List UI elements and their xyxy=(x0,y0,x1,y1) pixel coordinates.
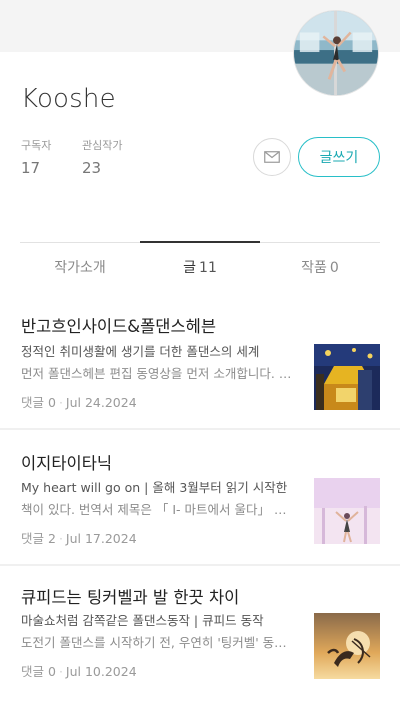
following-stat[interactable]: 관심작가 23 xyxy=(82,137,122,177)
meta-separator: · xyxy=(58,395,63,410)
post-excerpt[interactable]: My heart will go on | 올해 3월부터 읽기 시작한 책이 … xyxy=(21,477,297,521)
post-date: Jul 17.2024 xyxy=(65,531,137,546)
post-thumbnail[interactable] xyxy=(314,613,380,679)
tab-label: 작가소개 xyxy=(54,260,106,276)
thumbnail-image xyxy=(314,344,380,410)
post-divider xyxy=(0,428,400,430)
post-title[interactable]: 이지타이타닉 xyxy=(21,450,112,474)
thumbnail-image xyxy=(314,613,380,679)
comment-count: 댓글 2 xyxy=(21,531,56,546)
subscribers-count: 17 xyxy=(21,159,41,177)
post-thumbnail[interactable] xyxy=(314,344,380,410)
tab-label: 글 xyxy=(183,260,197,276)
subscribers-stat[interactable]: 구독자 17 xyxy=(21,137,51,177)
mail-icon xyxy=(264,151,280,163)
post-date: Jul 24.2024 xyxy=(65,395,137,410)
post-preview: 도전기 폴댄스를 시작하기 전, 우연히 '팅커벨' 동… xyxy=(21,635,287,650)
subscribers-label: 구독자 xyxy=(21,139,52,152)
tab-count: 0 xyxy=(329,260,339,276)
comment-count: 댓글 0 xyxy=(21,664,56,679)
post-subtitle: My heart will go on | 올해 3월부터 읽기 시작한 xyxy=(21,480,288,495)
post-thumbnail[interactable] xyxy=(314,478,380,544)
avatar-photo xyxy=(294,11,378,95)
author-avatar[interactable] xyxy=(293,10,379,96)
post-meta: 댓글 2 · Jul 17.2024 xyxy=(21,528,137,547)
post-subtitle: 마술쇼처럼 감쪽같은 폴댄스동작 | 큐피드 동작 xyxy=(21,613,264,628)
post-subtitle: 정적인 취미생활에 생기를 더한 폴댄스의 세계 xyxy=(21,344,260,359)
post-preview: 책이 있다. 번역서 제목은 「 I- 마트에서 울다」 원… xyxy=(21,502,297,517)
tab-count: 11 xyxy=(199,260,217,276)
following-label: 관심작가 xyxy=(82,139,123,152)
meta-separator: · xyxy=(58,664,63,679)
post-preview: 먼저 폴댄스헤븐 편집 동영상을 먼저 소개합니다. … xyxy=(21,366,292,381)
comment-count: 댓글 0 xyxy=(21,395,56,410)
post-divider xyxy=(0,564,400,566)
write-button[interactable]: 글쓰기 xyxy=(298,137,380,177)
post-meta: 댓글 0 · Jul 10.2024 xyxy=(21,661,137,680)
post-title[interactable]: 큐피드는 팅커벨과 발 한끗 차이 xyxy=(21,584,239,608)
post-meta: 댓글 0 · Jul 24.2024 xyxy=(21,392,137,411)
post-excerpt[interactable]: 정적인 취미생활에 생기를 더한 폴댄스의 세계 먼저 폴댄스헤븐 편집 동영상… xyxy=(21,341,297,385)
tab-label: 작품 xyxy=(301,260,327,276)
tab-posts[interactable]: 글 11 xyxy=(140,241,260,282)
author-name: Kooshe xyxy=(21,84,116,114)
post-title[interactable]: 반고흐인사이드&폴댄스헤븐 xyxy=(21,313,216,337)
profile-tabs: 작가소개 글 11 작품 0 xyxy=(20,241,380,282)
post-excerpt[interactable]: 마술쇼처럼 감쪽같은 폴댄스동작 | 큐피드 동작 도전기 폴댄스를 시작하기 … xyxy=(21,610,297,654)
mail-button[interactable] xyxy=(253,138,291,176)
meta-separator: · xyxy=(58,531,63,546)
tab-works[interactable]: 작품 0 xyxy=(260,243,380,282)
post-date: Jul 10.2024 xyxy=(65,664,137,679)
tab-author-intro[interactable]: 작가소개 xyxy=(20,243,140,282)
following-count: 23 xyxy=(82,159,102,177)
thumbnail-image xyxy=(314,478,380,544)
